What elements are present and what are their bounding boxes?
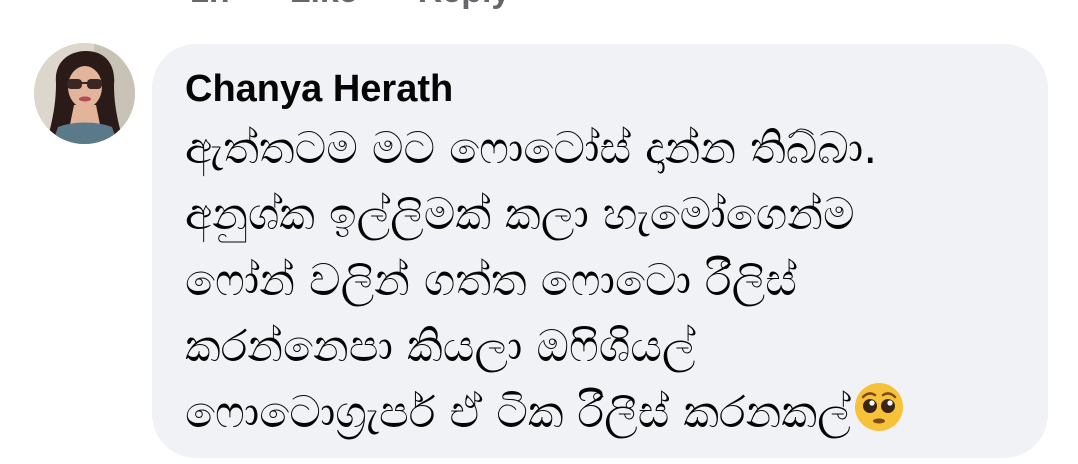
comment-author[interactable]: Chanya Herath	[185, 66, 1028, 112]
pleading-face-emoji	[854, 383, 903, 431]
comment-text: ඇත්තටම මට ෆොටෝස් දාන්න තිබ්බා. අනුශ්ක ඉල…	[185, 116, 1028, 446]
comment-line: ඇත්තටම මට ෆොටෝස් දාන්න තිබ්බා.	[185, 123, 878, 174]
comment-line: කරන්නෙපා කියලා ඔෆිශියල්	[185, 321, 696, 372]
like-link[interactable]: Like	[290, 0, 358, 12]
comment-bubble: Chanya Herath ඇත්තටම මට ෆොටෝස් දාන්න තිබ…	[152, 44, 1048, 458]
comment-actions-row: 1h Like Reply	[190, 0, 510, 12]
comment-line-last: ෆොටොග්‍රැපර් ඒ ටික රීලීස් කරනකල්	[185, 380, 1028, 446]
timestamp[interactable]: 1h	[190, 0, 230, 12]
comment-line: අනුශ්ක ඉල්ලිමක් කලා හැමෝගෙන්ම	[185, 189, 855, 240]
reply-link[interactable]: Reply	[418, 0, 511, 12]
comment-line: ෆෝන් වලින් ගත්ත ෆොටො රීලිස්	[185, 255, 797, 306]
comment-line-text: ෆොටොග්‍රැපර් ඒ ටික රීලීස් කරනකල්	[185, 387, 851, 438]
profile-photo	[34, 43, 135, 144]
avatar[interactable]	[34, 43, 135, 144]
